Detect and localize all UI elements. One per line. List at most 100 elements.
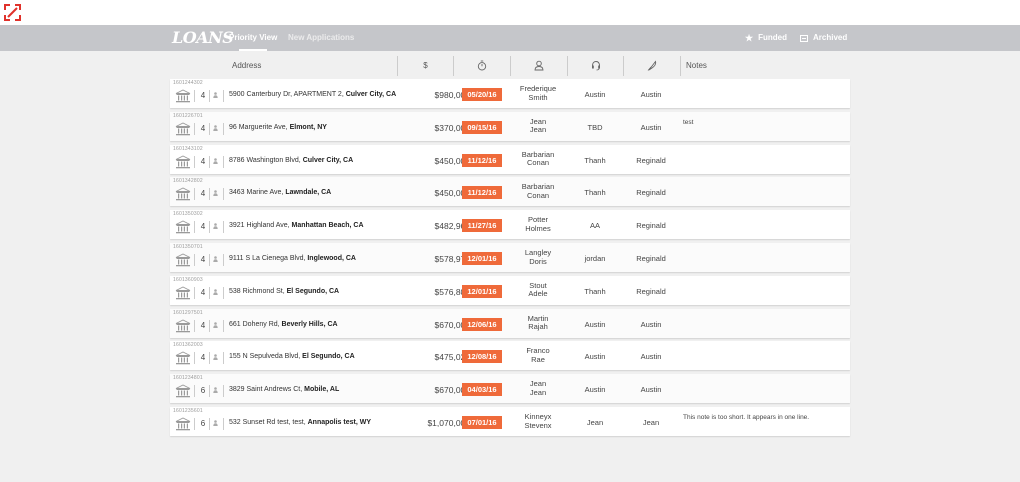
client-last-name: Jean bbox=[529, 125, 547, 135]
client-last-name: Rajah bbox=[528, 322, 548, 332]
table-row[interactable]: 1601226701 4 96 Marguerite Ave, Elmont, NY… bbox=[170, 111, 850, 141]
tab-new-applications[interactable]: New Applications bbox=[288, 33, 354, 43]
table-row[interactable]: 1601350302 4 3921 Highland Ave, Manhattan … bbox=[170, 210, 850, 240]
property-address[interactable]: 9111 S La Cienega Blvd, Inglewood, CA bbox=[229, 254, 356, 263]
divider bbox=[194, 385, 195, 398]
city-state: Annapolis test, WY bbox=[307, 419, 372, 426]
deadline-badge: 11/12/16 bbox=[462, 186, 502, 200]
property-address[interactable]: 3829 Saint Andrews Ct, Mobile, AL bbox=[229, 385, 339, 394]
funded-link[interactable]: ★ Funded bbox=[745, 33, 787, 43]
person-icon bbox=[534, 61, 544, 71]
property-address[interactable]: 532 Sunset Rd test, test, Annapolis test… bbox=[229, 418, 371, 427]
client-name: Barbarian Conan bbox=[510, 183, 566, 200]
client-last-name: Conan bbox=[526, 190, 550, 200]
feather-icon bbox=[647, 60, 657, 72]
loan-officer: Austin bbox=[584, 90, 606, 99]
table-row[interactable]: 1601343102 4 8786 Washington Blvd, Culver … bbox=[170, 144, 850, 174]
client-last-name: Stevenx bbox=[524, 420, 552, 430]
loan-count: 4 bbox=[200, 222, 206, 232]
client-name: Jean Jean bbox=[510, 117, 566, 135]
table-row[interactable]: 1601234801 6 3829 Saint Andrews Ct, Mobile… bbox=[170, 374, 850, 404]
borrower-icon bbox=[213, 92, 218, 98]
divider bbox=[223, 418, 224, 430]
client-last-name: Rae bbox=[531, 354, 545, 364]
client-last-name: Smith bbox=[528, 92, 548, 102]
column-officer[interactable] bbox=[567, 56, 623, 76]
city-state: El Segundo, CA bbox=[302, 353, 355, 361]
divider bbox=[209, 122, 210, 135]
city-state: Elmont, NY bbox=[289, 123, 327, 131]
bank-icon bbox=[175, 319, 191, 332]
property-address[interactable]: 661 Doheny Rd, Beverly Hills, CA bbox=[229, 320, 338, 329]
divider bbox=[209, 319, 210, 332]
archived-link[interactable]: Archived bbox=[800, 33, 847, 43]
property-address[interactable]: 155 N Sepulveda Blvd, El Segundo, CA bbox=[229, 352, 355, 361]
deadline-badge: 04/03/16 bbox=[462, 383, 502, 397]
divider bbox=[209, 352, 210, 365]
table-row[interactable]: 1601342802 4 3463 Marine Ave, Lawndale, CA… bbox=[170, 177, 850, 207]
client-last-name: Doris bbox=[529, 256, 547, 266]
loan-officer: Austin bbox=[584, 385, 606, 395]
divider bbox=[223, 221, 224, 234]
row-note: test bbox=[683, 118, 694, 126]
divider bbox=[209, 90, 210, 102]
loan-amount: $980,000 bbox=[434, 90, 470, 100]
borrower-icon bbox=[213, 420, 218, 426]
table-row[interactable]: 1601360903 4 538 Richmond St, El Segundo, … bbox=[170, 275, 850, 305]
tab-priority-view[interactable]: Priority View bbox=[229, 33, 277, 51]
divider bbox=[223, 188, 224, 201]
table-row[interactable]: 1601235601 6 532 Sunset Rd test, test, Ann… bbox=[170, 407, 850, 436]
property-address[interactable]: 538 Richmond St, El Segundo, CA bbox=[229, 287, 339, 296]
column-client[interactable] bbox=[510, 56, 567, 76]
stopwatch-icon bbox=[477, 60, 487, 71]
processor: Austin bbox=[640, 352, 662, 362]
row-note: This note is too short. It appears in on… bbox=[683, 414, 810, 421]
column-notes[interactable]: Notes bbox=[680, 56, 850, 76]
deadline-badge: 12/08/16 bbox=[462, 350, 502, 364]
property-address[interactable]: 8786 Washington Blvd, Culver City, CA bbox=[229, 156, 353, 165]
table-row[interactable]: 1601297501 4 661 Doheny Rd, Beverly Hills,… bbox=[170, 308, 850, 338]
loan-id: 1601244302 bbox=[173, 80, 203, 86]
borrower-icon bbox=[213, 190, 218, 197]
column-processor[interactable] bbox=[623, 56, 680, 76]
loan-count: 4 bbox=[200, 123, 206, 133]
loan-officer: Thanh bbox=[584, 188, 606, 198]
divider bbox=[223, 385, 224, 398]
table-row[interactable]: 1601244302 4 5900 Canterbury Dr, APARTMENT… bbox=[170, 79, 850, 108]
borrower-icon bbox=[213, 223, 218, 230]
star-icon: ★ bbox=[745, 33, 754, 43]
city-state: Lawndale, CA bbox=[285, 189, 332, 197]
bank-icon bbox=[175, 187, 191, 201]
processor: Reginald bbox=[636, 254, 666, 263]
divider bbox=[209, 254, 210, 266]
street-address: 3921 Highland Ave, bbox=[229, 222, 292, 230]
column-amount[interactable]: $ bbox=[397, 56, 453, 76]
property-address[interactable]: 3921 Highland Ave, Manhattan Beach, CA bbox=[229, 221, 364, 230]
loan-count: 4 bbox=[200, 255, 206, 264]
deadline-badge: 07/01/16 bbox=[462, 416, 502, 429]
deadline-badge: 11/27/16 bbox=[462, 219, 502, 233]
table-row[interactable]: 1601362003 4 155 N Sepulveda Blvd, El Segu… bbox=[170, 341, 850, 371]
property-address[interactable]: 96 Marguerite Ave, Elmont, NY bbox=[229, 123, 327, 132]
client-name: Martin Rajah bbox=[510, 314, 566, 332]
street-address: 3829 Saint Andrews Ct, bbox=[229, 386, 305, 394]
loan-amount: $670,000 bbox=[434, 319, 470, 330]
loan-amount: $1,070,000 bbox=[427, 418, 470, 428]
divider bbox=[223, 286, 224, 299]
column-deadline[interactable] bbox=[453, 56, 510, 76]
property-address[interactable]: 5900 Canterbury Dr, APARTMENT 2, Culver … bbox=[229, 90, 396, 99]
bank-icon bbox=[175, 155, 191, 168]
client-last-name: Conan bbox=[526, 158, 550, 168]
divider bbox=[194, 90, 195, 102]
borrower-icon bbox=[213, 321, 218, 328]
divider bbox=[194, 319, 195, 332]
column-address[interactable]: Address bbox=[227, 56, 397, 76]
deadline-badge: 12/01/16 bbox=[462, 284, 502, 298]
street-address: 96 Marguerite Ave, bbox=[229, 123, 290, 131]
logo-icon[interactable] bbox=[4, 4, 21, 21]
borrower-icon bbox=[213, 256, 218, 262]
client-name: Langley Doris bbox=[510, 248, 566, 266]
property-address[interactable]: 3463 Marine Ave, Lawndale, CA bbox=[229, 188, 331, 197]
table-row[interactable]: 1601350701 4 9111 S La Cienega Blvd, Ingle… bbox=[170, 243, 850, 272]
brand-logo[interactable]: LOANS bbox=[172, 28, 234, 48]
